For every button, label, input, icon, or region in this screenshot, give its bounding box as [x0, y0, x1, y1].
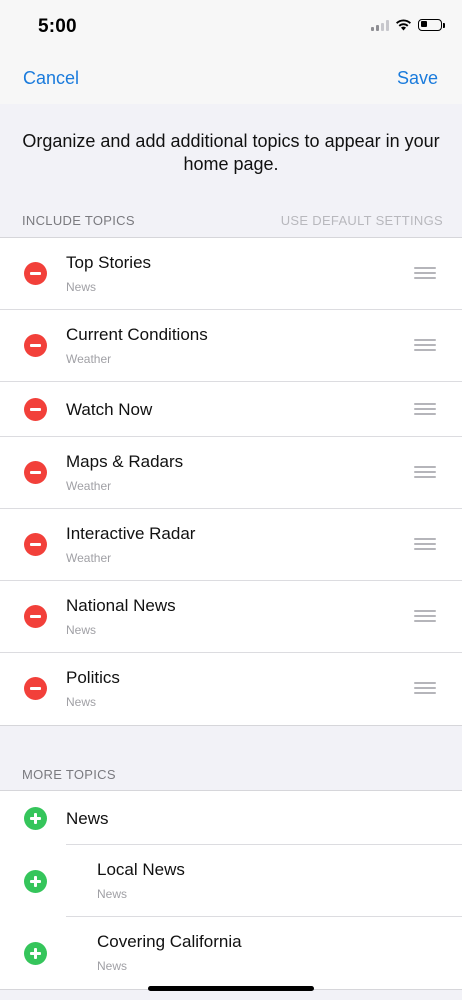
topic-row-top-stories[interactable]: Top Stories News	[0, 238, 462, 310]
reorder-handle-icon[interactable]	[414, 682, 436, 694]
more-topic-row-news[interactable]: News	[0, 791, 462, 845]
remove-topic-button[interactable]	[24, 398, 47, 421]
topic-row-politics[interactable]: Politics News	[0, 653, 462, 725]
reorder-handle-icon[interactable]	[414, 538, 436, 550]
remove-topic-button[interactable]	[24, 334, 47, 357]
topic-category: News	[97, 887, 128, 901]
status-time: 5:00	[38, 16, 77, 37]
remove-topic-button[interactable]	[24, 533, 47, 556]
battery-level	[420, 21, 427, 27]
intro-text: Organize and add additional topics to ap…	[22, 131, 440, 174]
screen: 5:00 Cancel Save Organize and add additi…	[0, 0, 462, 1000]
remove-topic-button[interactable]	[24, 677, 47, 700]
topic-title: Politics	[66, 668, 120, 687]
minus-icon	[30, 344, 41, 347]
topic-row-maps-radars[interactable]: Maps & Radars Weather	[0, 437, 462, 509]
status-icons	[371, 18, 445, 31]
minus-icon	[30, 408, 41, 411]
reorder-handle-icon[interactable]	[414, 466, 436, 478]
minus-icon	[30, 687, 41, 690]
topic-category: News	[66, 280, 97, 294]
topic-category: Weather	[66, 551, 112, 565]
more-topic-row-covering-california[interactable]: Covering California News	[0, 917, 462, 989]
reorder-handle-icon[interactable]	[414, 610, 436, 622]
add-topic-button[interactable]	[24, 942, 47, 965]
minus-icon	[30, 615, 41, 618]
topic-category: Weather	[66, 352, 112, 366]
more-topics-list: News Local News News Covering California…	[0, 790, 462, 990]
topic-category: News	[66, 695, 97, 709]
reorder-handle-icon[interactable]	[414, 267, 436, 279]
topic-category: Weather	[66, 479, 112, 493]
topic-title: Current Conditions	[66, 325, 208, 344]
add-topic-button[interactable]	[24, 870, 47, 893]
topic-title: National News	[66, 596, 176, 615]
wifi-icon	[396, 19, 411, 31]
more-topics-header: MORE TOPICS	[22, 767, 116, 782]
topic-category: News	[97, 959, 128, 973]
remove-topic-button[interactable]	[24, 461, 47, 484]
battery-icon	[418, 18, 445, 31]
use-default-settings-button[interactable]: USE DEFAULT SETTINGS	[281, 213, 443, 228]
topic-row-watch-now[interactable]: Watch Now	[0, 382, 462, 437]
topic-title: Maps & Radars	[66, 452, 184, 471]
topic-title: News	[66, 809, 109, 828]
topic-category: News	[66, 623, 97, 637]
reorder-handle-icon[interactable]	[414, 339, 436, 351]
remove-topic-button[interactable]	[24, 262, 47, 285]
minus-icon	[30, 471, 41, 474]
minus-icon	[30, 272, 41, 275]
cancel-button[interactable]: Cancel	[23, 68, 79, 89]
minus-icon	[30, 543, 41, 546]
save-button[interactable]: Save	[397, 68, 438, 89]
topic-row-national-news[interactable]: National News News	[0, 581, 462, 653]
topic-title: Interactive Radar	[66, 524, 196, 543]
home-indicator[interactable]	[148, 986, 314, 991]
navigation-bar: Cancel Save	[0, 56, 462, 104]
topic-title: Covering California	[97, 932, 242, 951]
topic-row-current-conditions[interactable]: Current Conditions Weather	[0, 310, 462, 382]
include-topics-list: Top Stories News Current Conditions Weat…	[0, 237, 462, 726]
topic-title: Watch Now	[66, 400, 153, 419]
add-topic-button[interactable]	[24, 807, 47, 830]
more-topic-row-local-news[interactable]: Local News News	[0, 845, 462, 917]
remove-topic-button[interactable]	[24, 605, 47, 628]
topic-title: Top Stories	[66, 253, 152, 272]
include-topics-header: INCLUDE TOPICS	[22, 213, 135, 228]
reorder-handle-icon[interactable]	[414, 403, 436, 415]
topic-title: Local News	[97, 860, 185, 879]
cellular-signal-icon	[371, 19, 389, 31]
status-bar: 5:00	[0, 0, 462, 56]
topic-row-interactive-radar[interactable]: Interactive Radar Weather	[0, 509, 462, 581]
